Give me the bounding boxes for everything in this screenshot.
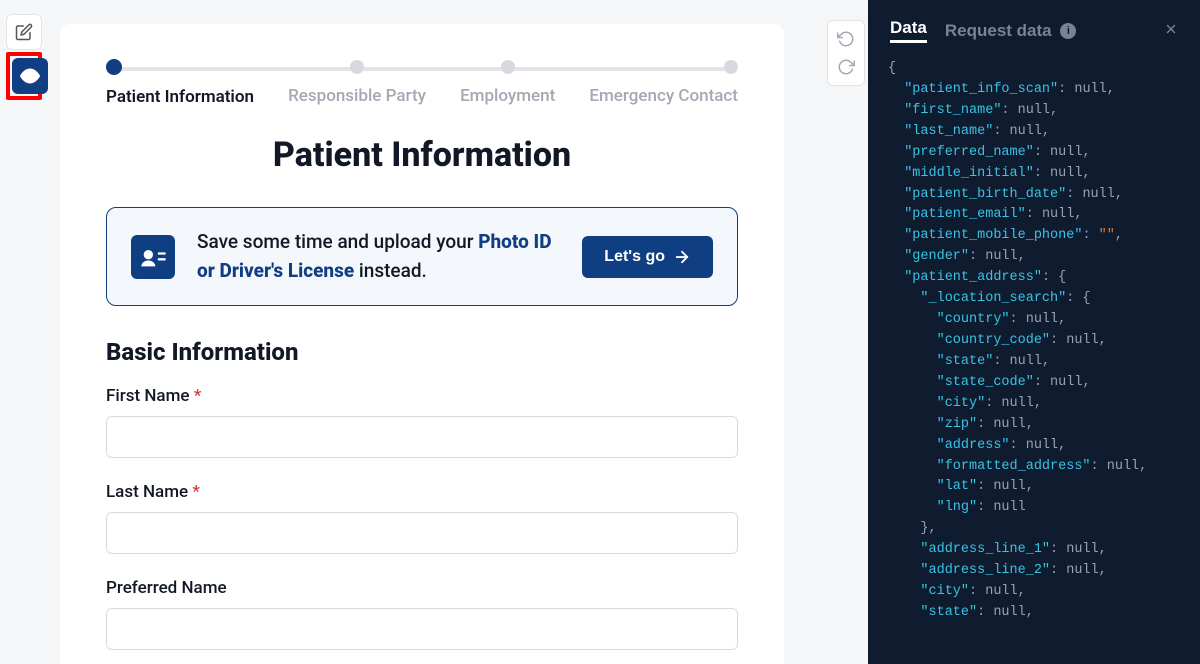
step-label: Patient Information [106, 87, 254, 107]
page-title: Patient Information [106, 135, 738, 175]
close-panel-button[interactable] [1164, 20, 1178, 41]
history-rail [824, 0, 868, 664]
step-responsible-party[interactable]: Responsible Party [288, 60, 426, 107]
tab-request-data[interactable]: Request data i [945, 21, 1076, 41]
last-name-input[interactable] [106, 512, 738, 554]
form-scroll[interactable]: Patient Information Responsible Party Em… [48, 0, 824, 664]
last-name-label: Last Name * [106, 482, 738, 502]
step-label: Employment [460, 86, 555, 106]
close-icon [1164, 22, 1178, 36]
tool-rail [0, 0, 48, 664]
lets-go-button[interactable]: Let's go [582, 236, 713, 278]
step-emergency-contact[interactable]: Emergency Contact [589, 60, 738, 107]
eye-icon [20, 66, 40, 86]
section-title: Basic Information [106, 338, 738, 366]
data-panel: Data Request data i { "patient_info_scan… [868, 0, 1200, 664]
preview-highlight [6, 52, 42, 100]
upload-banner-text: Save some time and upload your Photo ID … [197, 228, 560, 285]
first-name-label: First Name * [106, 386, 738, 406]
step-label: Emergency Contact [589, 86, 738, 106]
preferred-name-label: Preferred Name [106, 578, 738, 598]
preview-mode-button[interactable] [12, 58, 48, 94]
lets-go-label: Let's go [604, 248, 665, 266]
step-patient-information[interactable]: Patient Information [106, 60, 254, 107]
undo-button[interactable] [832, 25, 860, 53]
redo-button[interactable] [832, 53, 860, 81]
form-card: Patient Information Responsible Party Em… [60, 24, 784, 664]
info-icon: i [1060, 23, 1076, 39]
first-name-input[interactable] [106, 416, 738, 458]
redo-icon [837, 58, 855, 76]
step-label: Responsible Party [288, 86, 426, 106]
arrow-right-icon [673, 248, 691, 266]
preferred-name-input[interactable] [106, 608, 738, 650]
edit-mode-button[interactable] [6, 14, 42, 50]
undo-icon [837, 30, 855, 48]
id-card-icon [131, 235, 175, 279]
step-employment[interactable]: Employment [460, 60, 555, 107]
upload-id-banner: Save some time and upload your Photo ID … [106, 207, 738, 306]
tab-data[interactable]: Data [890, 18, 927, 43]
edit-icon [15, 23, 33, 41]
json-viewer[interactable]: { "patient_info_scan": null, "first_name… [868, 55, 1200, 664]
stepper: Patient Information Responsible Party Em… [106, 60, 738, 107]
